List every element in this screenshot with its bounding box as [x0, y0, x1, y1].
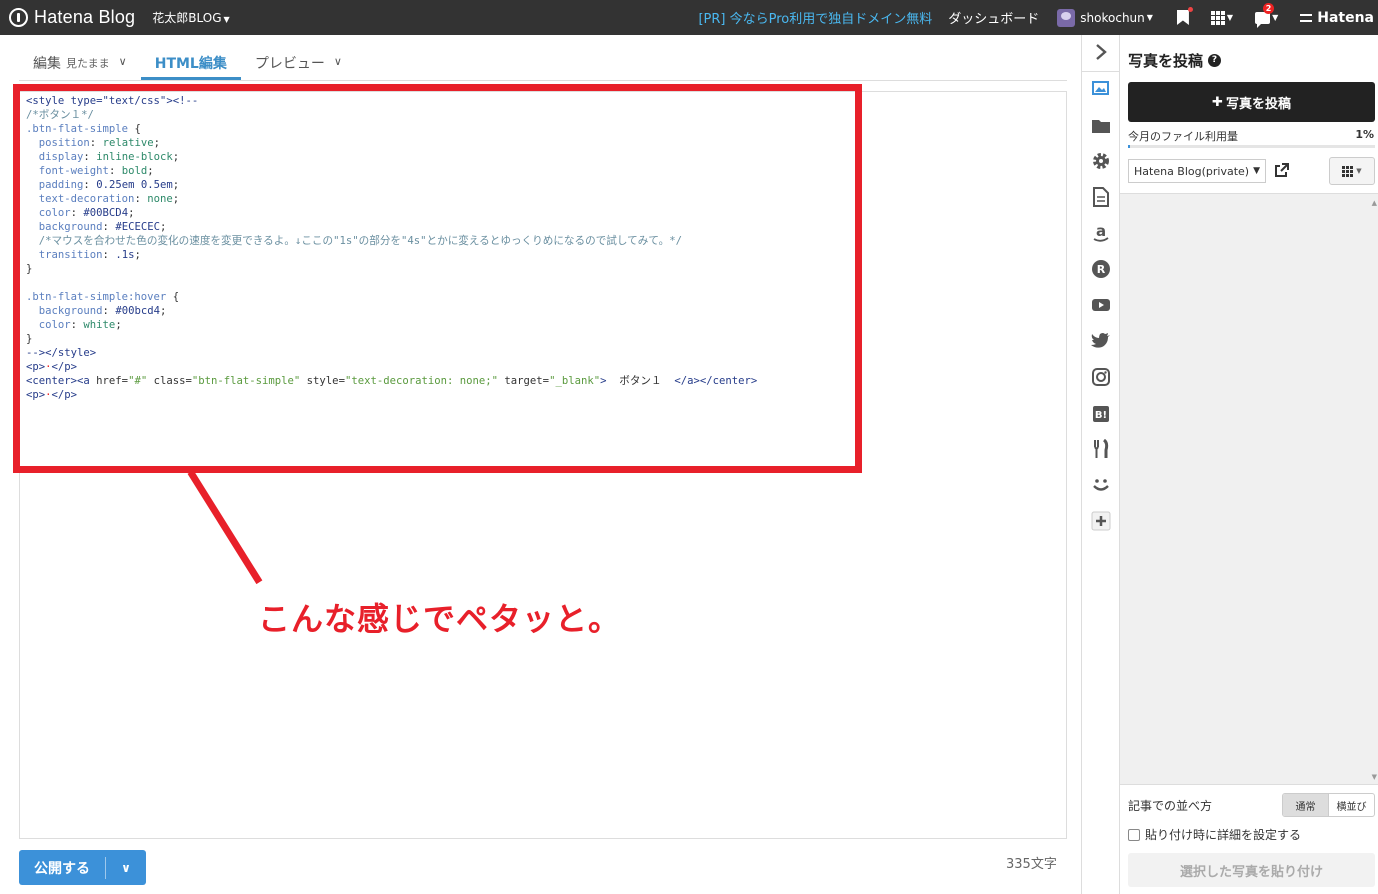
folder-icon[interactable]	[1090, 115, 1112, 137]
panel-title: 写真を投稿 ?	[1128, 50, 1222, 71]
sort-label: 記事での並べ方	[1128, 799, 1213, 813]
char-count: 335文字	[1006, 857, 1057, 872]
plus-icon: ✚	[1212, 94, 1223, 110]
instagram-icon[interactable]	[1090, 366, 1112, 388]
tab-wysiwyg[interactable]: 編集 見たまま ∨	[19, 44, 141, 80]
blog-select-value: Hatena Blog(private)	[1134, 164, 1250, 178]
blog-name: 花太郎BLOG	[152, 11, 222, 25]
caret-down-icon: ▼	[223, 15, 230, 24]
notifications-button[interactable]: 2 ▼	[1255, 2, 1279, 28]
rakuten-icon[interactable]: R	[1090, 258, 1112, 280]
post-photo-label: 写真を投稿	[1225, 96, 1291, 112]
usage-label: 今月のファイル利用量	[1128, 130, 1238, 143]
photo-panel: 写真を投稿 ? ✚ 写真を投稿 今月のファイル利用量 1% Hatena Blo…	[1119, 35, 1378, 894]
caret-down-icon: ▼	[1226, 13, 1234, 22]
sort-toggle: 通常 横並び	[1282, 793, 1375, 817]
tab-label: HTML編集	[154, 56, 227, 72]
brand-text: Hatena	[1317, 9, 1374, 26]
bookmark-icon	[1176, 10, 1189, 25]
sidebar-icon-strip: a R B!	[1081, 35, 1120, 894]
scroll-up-icon[interactable]: ▲	[1372, 199, 1377, 207]
tab-sublabel: 見たまま	[66, 57, 110, 70]
detail-checkbox[interactable]	[1128, 828, 1140, 841]
apps-menu-button[interactable]: ▼	[1210, 10, 1234, 25]
annotation-highlight-box	[13, 84, 862, 473]
divider	[1082, 71, 1120, 72]
twitter-icon[interactable]	[1090, 330, 1112, 352]
bookmark-button[interactable]	[1176, 7, 1193, 25]
youtube-icon[interactable]	[1090, 294, 1112, 316]
avatar	[1057, 8, 1076, 27]
usage-percent: 1%	[1355, 128, 1374, 141]
sort-option-normal[interactable]: 通常	[1283, 794, 1329, 816]
hatena-bookmark-icon[interactable]: B!	[1090, 403, 1112, 425]
hatena-mark-icon	[1300, 13, 1313, 22]
chevron-down-icon: ∨	[118, 55, 127, 68]
detail-setting-row[interactable]: 貼り付け時に詳細を設定する	[1128, 826, 1301, 843]
blog-switcher[interactable]: 花太郎BLOG ▼	[152, 9, 229, 26]
detail-checkbox-label: 貼り付け時に詳細を設定する	[1145, 828, 1302, 842]
scroll-down-icon[interactable]: ▼	[1372, 773, 1377, 781]
paste-selected-button[interactable]: 選択した写真を貼り付け	[1128, 853, 1375, 887]
tab-label: プレビュー	[254, 56, 325, 72]
user-menu[interactable]: shokochun ▼	[1057, 8, 1153, 27]
external-link-icon[interactable]	[1274, 163, 1289, 177]
tab-preview[interactable]: プレビュー ∨	[241, 44, 356, 80]
sort-option-side-by-side[interactable]: 横並び	[1329, 794, 1374, 816]
add-plugin-icon[interactable]	[1090, 510, 1112, 532]
svg-text:R: R	[1097, 263, 1106, 276]
chevron-down-icon: ∨	[333, 55, 342, 68]
notification-badge: 2	[1263, 2, 1275, 14]
svg-text:B!: B!	[1095, 410, 1107, 421]
smile-icon[interactable]	[1090, 474, 1112, 496]
logo-text: Hatena Blog	[34, 7, 136, 27]
svg-text:a: a	[1096, 223, 1106, 240]
tab-label: 編集	[33, 56, 61, 72]
document-icon[interactable]	[1090, 186, 1112, 208]
hatena-brand-link[interactable]: Hatena	[1300, 10, 1374, 26]
dashboard-link[interactable]: ダッシュボード	[948, 8, 1039, 27]
usage-progress-fill	[1128, 145, 1131, 148]
publish-label: 公開する	[34, 860, 90, 877]
caret-down-icon: ▼	[1253, 166, 1260, 176]
help-icon[interactable]: ?	[1208, 54, 1222, 67]
post-photo-button[interactable]: ✚ 写真を投稿	[1128, 82, 1375, 122]
publish-button[interactable]: 公開する ∨	[19, 850, 146, 885]
annotation-text: こんな感じでペタッと。	[258, 600, 622, 638]
editor-tabs: 編集 見たまま ∨ HTML編集 プレビュー ∨	[19, 44, 1067, 81]
pr-link[interactable]: [PR] 今ならPro利用で独自ドメイン無料	[698, 8, 932, 27]
username: shokochun	[1080, 10, 1145, 25]
view-mode-button[interactable]: ▼	[1329, 157, 1375, 185]
photo-icon[interactable]	[1090, 78, 1112, 100]
photo-list[interactable]: ▲ ▼	[1120, 193, 1378, 785]
amazon-icon[interactable]: a	[1090, 222, 1112, 244]
usage-progress-bar	[1128, 145, 1375, 148]
chevron-right-icon[interactable]	[1090, 41, 1112, 63]
gear-icon[interactable]	[1090, 150, 1112, 172]
chevron-down-icon[interactable]: ∨	[106, 861, 146, 875]
hatena-logo-icon	[9, 8, 28, 27]
bookmark-dot	[1187, 7, 1193, 12]
tab-html-edit[interactable]: HTML編集	[140, 44, 241, 80]
blog-select[interactable]: Hatena Blog(private) ▼	[1128, 159, 1266, 183]
caret-down-icon: ▼	[1356, 167, 1362, 175]
caret-down-icon: ▼	[1146, 13, 1153, 22]
panel-title-text: 写真を投稿	[1128, 52, 1204, 70]
fork-knife-icon[interactable]	[1090, 438, 1112, 460]
hatena-blog-logo[interactable]: Hatena Blog	[9, 7, 135, 28]
global-header: Hatena Blog 花太郎BLOG ▼ [PR] 今ならPro利用で独自ドメイ…	[0, 0, 1378, 35]
caret-down-icon: ▼	[1272, 13, 1279, 22]
grid-icon	[1342, 165, 1354, 177]
grid-icon	[1210, 10, 1225, 25]
